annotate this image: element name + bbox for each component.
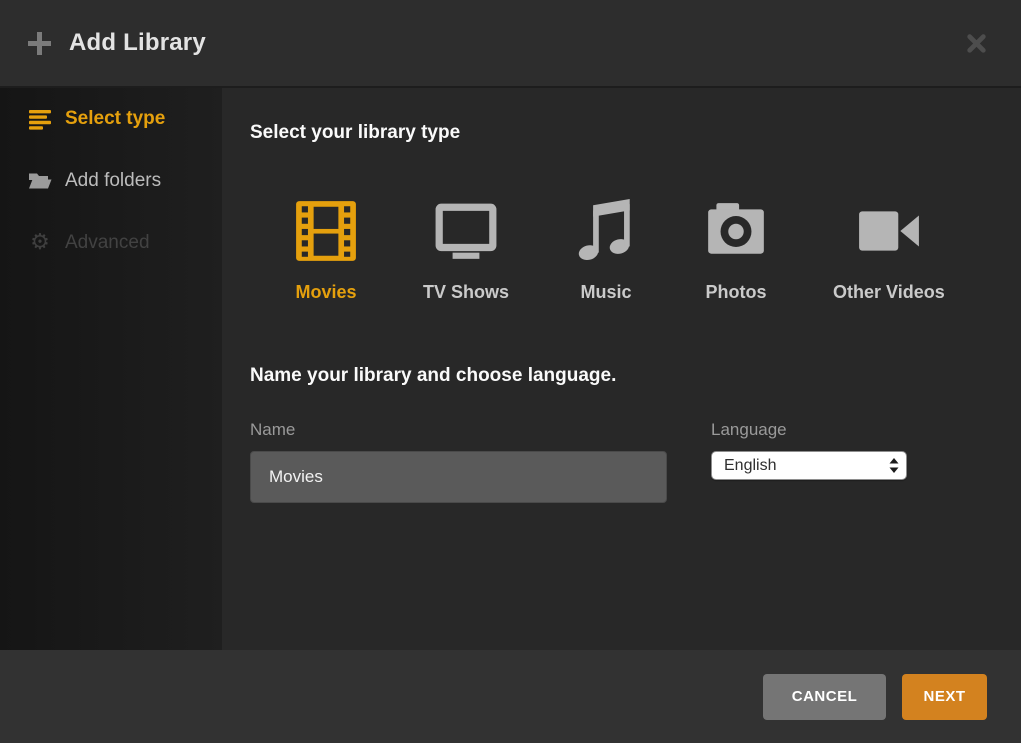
library-type-other-videos[interactable]: Other Videos (833, 198, 945, 303)
language-select[interactable]: English (711, 451, 907, 480)
language-field-label: Language (711, 420, 907, 440)
camera-icon (703, 198, 769, 269)
language-field-group: Language English (711, 420, 907, 503)
next-button[interactable]: NEXT (902, 674, 987, 720)
select-arrows-icon (889, 458, 899, 473)
name-field-label: Name (250, 420, 667, 440)
name-language-heading: Name your library and choose language. (250, 365, 991, 387)
dialog-title: Add Library (69, 29, 206, 57)
dialog-body: Select type Add folders ⚙ Advanced (0, 88, 1021, 650)
name-field-group: Name (250, 420, 667, 503)
name-language-row: Name Language English (250, 420, 991, 503)
library-type-photos[interactable]: Photos (703, 198, 769, 303)
library-type-tv-shows[interactable]: TV Shows (423, 198, 509, 303)
dialog-footer: CANCEL NEXT (0, 650, 1021, 743)
dialog-header: Add Library (0, 0, 1021, 88)
library-type-label: TV Shows (423, 282, 509, 303)
sidebar-item-label: Select type (65, 108, 165, 130)
video-camera-icon (856, 198, 922, 269)
sidebar-item-add-folders[interactable]: Add folders (0, 150, 222, 212)
library-type-label: Music (581, 282, 632, 303)
library-type-label: Movies (295, 282, 356, 303)
tv-icon (433, 198, 499, 269)
wizard-steps-sidebar: Select type Add folders ⚙ Advanced (0, 88, 222, 650)
library-type-music[interactable]: Music (573, 198, 639, 303)
close-icon[interactable] (962, 29, 991, 58)
select-type-heading: Select your library type (250, 122, 991, 144)
library-type-label: Photos (706, 282, 767, 303)
library-type-label: Other Videos (833, 282, 945, 303)
library-type-row: Movies TV Shows (293, 198, 991, 303)
sidebar-item-advanced: ⚙ Advanced (0, 212, 222, 274)
gear-icon: ⚙ (28, 232, 52, 254)
plus-icon (28, 32, 51, 55)
language-select-value: English (724, 457, 776, 475)
library-name-input[interactable] (250, 451, 667, 503)
cancel-button[interactable]: CANCEL (763, 674, 886, 720)
add-library-dialog: Add Library Select type (0, 0, 1021, 743)
folder-open-icon (28, 171, 52, 191)
film-strip-icon (293, 198, 359, 269)
library-type-movies[interactable]: Movies (293, 198, 359, 303)
sidebar-item-label: Advanced (65, 232, 150, 254)
list-lines-icon (28, 109, 52, 130)
dialog-content: Select your library type (222, 88, 1021, 650)
music-note-icon (573, 198, 639, 269)
sidebar-item-label: Add folders (65, 170, 161, 192)
sidebar-item-select-type[interactable]: Select type (0, 88, 222, 150)
